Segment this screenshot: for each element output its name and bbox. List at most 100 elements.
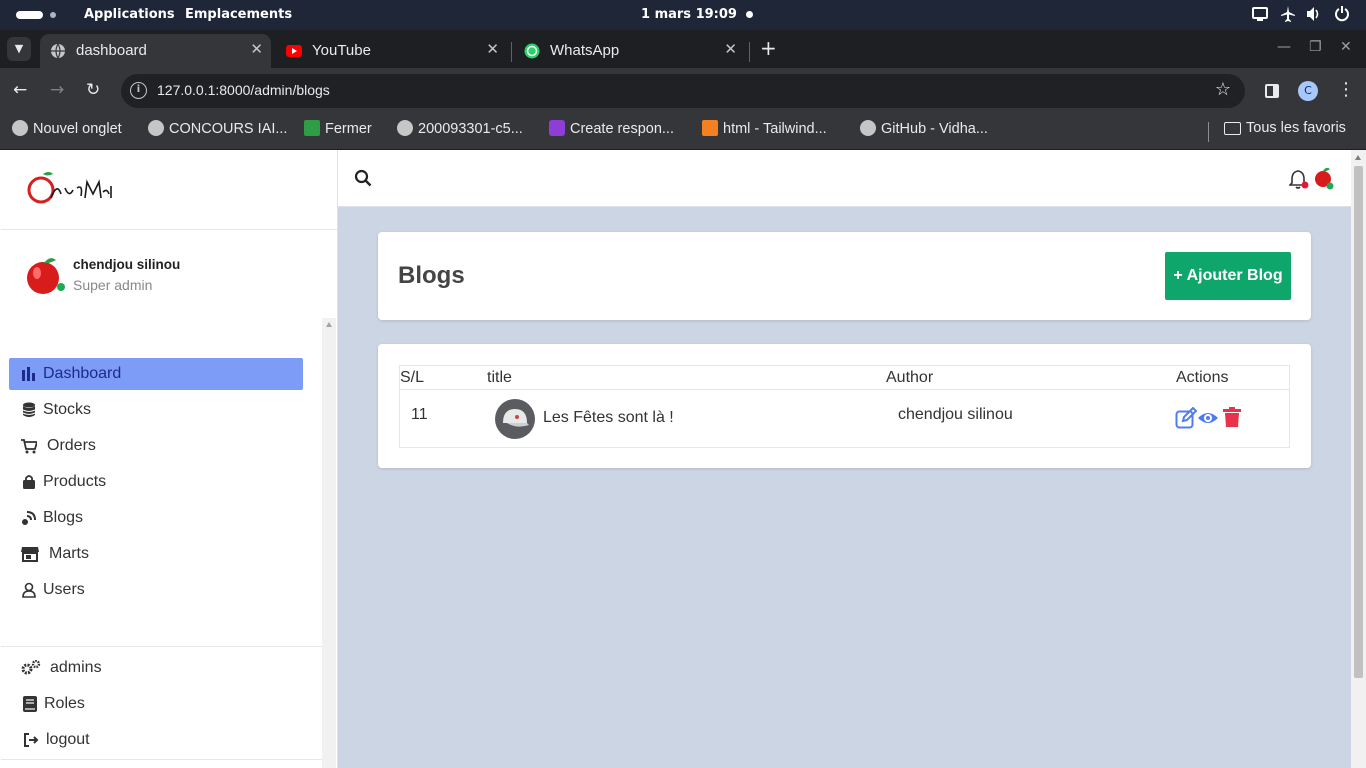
system-top-bar: Applications Emplacements 1 mars 19:09 bbox=[0, 0, 1366, 30]
notification-dot bbox=[746, 11, 753, 18]
power-icon[interactable] bbox=[1334, 5, 1350, 23]
cap-image-icon bbox=[503, 409, 529, 427]
scrollbar-thumb[interactable] bbox=[1354, 166, 1363, 678]
delete-trash-icon[interactable] bbox=[1221, 406, 1243, 428]
apple-avatar-icon[interactable] bbox=[24, 254, 66, 296]
close-tab-icon[interactable]: ✕ bbox=[486, 40, 499, 58]
sidebar-scrollbar[interactable] bbox=[322, 318, 336, 768]
bookmark-item[interactable]: 200093301-c5... bbox=[397, 120, 523, 137]
page-scrollbar[interactable] bbox=[1351, 150, 1366, 768]
tab-label: dashboard bbox=[76, 42, 147, 59]
sidebar-item-dashboard[interactable]: Dashboard bbox=[9, 358, 303, 390]
clock[interactable]: 1 mars 19:09 bbox=[641, 7, 737, 22]
page-header-card: Blogs + Ajouter Blog bbox=[378, 232, 1311, 320]
airplane-icon[interactable] bbox=[1280, 5, 1296, 23]
volume-icon[interactable] bbox=[1306, 5, 1322, 23]
sidebar-item-marts[interactable]: Marts bbox=[9, 538, 303, 570]
site-info-icon[interactable]: i bbox=[130, 82, 147, 99]
sidebar-item-stocks[interactable]: Stocks bbox=[9, 394, 303, 426]
side-panel-icon[interactable] bbox=[1265, 84, 1279, 98]
tab-youtube[interactable]: YouTube ✕ bbox=[276, 34, 507, 68]
tab-separator bbox=[749, 42, 750, 62]
bookmark-item[interactable]: CONCOURS IAI... bbox=[148, 120, 287, 137]
reload-icon[interactable]: ↻ bbox=[86, 80, 100, 100]
profile-avatar[interactable]: C bbox=[1298, 81, 1318, 101]
tab-search-chevron-icon[interactable]: ▼ bbox=[7, 37, 31, 61]
folder-icon bbox=[1224, 122, 1241, 135]
map-icon bbox=[304, 120, 320, 136]
search-icon[interactable] bbox=[354, 169, 372, 187]
scroll-up-icon[interactable] bbox=[326, 322, 332, 327]
tab-separator bbox=[511, 42, 512, 62]
bookmark-item[interactable]: Fermer bbox=[304, 120, 372, 137]
bookmark-label: Create respon... bbox=[570, 121, 674, 137]
page-title: Blogs bbox=[398, 262, 465, 289]
header-title: title bbox=[487, 369, 512, 386]
logout-icon bbox=[24, 733, 39, 747]
browser-toolbar: ← → ↻ i 127.0.0.1:8000/admin/blogs ☆ C ⋮ bbox=[0, 68, 1366, 114]
close-window-icon[interactable]: ✕ bbox=[1340, 39, 1352, 55]
tab-whatsapp[interactable]: WhatsApp ✕ bbox=[514, 34, 745, 68]
sidebar-item-blogs[interactable]: Blogs bbox=[9, 502, 303, 534]
notification-bell-icon[interactable] bbox=[1289, 169, 1309, 191]
gears-icon bbox=[21, 660, 41, 675]
cell-title: Les Fêtes sont là ! bbox=[543, 409, 674, 426]
maximize-icon[interactable]: ❐ bbox=[1309, 39, 1322, 55]
sidebar-item-products[interactable]: Products bbox=[9, 466, 303, 498]
user-name: chendjou silinou bbox=[73, 257, 181, 272]
apple-avatar-icon[interactable] bbox=[1313, 166, 1337, 192]
stackoverflow-icon bbox=[702, 120, 718, 136]
bookmark-item[interactable]: GitHub - Vidha... bbox=[860, 120, 988, 137]
sidebar: chendjou silinou Super admin Dashboard S… bbox=[0, 150, 338, 768]
sidebar-item-label: Marts bbox=[49, 545, 89, 562]
address-bar[interactable]: i 127.0.0.1:8000/admin/blogs ☆ bbox=[121, 74, 1245, 108]
blogs-table-card: S/L title Author Actions 11 Les Fêtes so… bbox=[378, 344, 1311, 468]
bookmark-label: Fermer bbox=[325, 121, 372, 137]
table-header: S/L title Author Actions bbox=[400, 366, 1289, 390]
url-text[interactable]: 127.0.0.1:8000/admin/blogs bbox=[157, 82, 330, 98]
header-sl: S/L bbox=[400, 369, 425, 386]
bookmark-label: 200093301-c5... bbox=[418, 121, 523, 137]
bookmark-label: html - Tailwind... bbox=[723, 121, 827, 137]
screen-icon[interactable] bbox=[1252, 5, 1268, 23]
sidebar-item-label: Blogs bbox=[43, 509, 84, 526]
evea-mart-logo[interactable] bbox=[25, 168, 115, 210]
new-tab-plus-icon[interactable]: + bbox=[760, 36, 777, 60]
bookmark-star-icon[interactable]: ☆ bbox=[1215, 79, 1231, 100]
workspace-dot[interactable] bbox=[50, 12, 56, 18]
back-arrow-icon[interactable]: ← bbox=[13, 80, 27, 100]
header-author: Author bbox=[886, 369, 934, 386]
activities-indicator[interactable] bbox=[16, 11, 43, 19]
forward-arrow-icon[interactable]: → bbox=[50, 80, 64, 100]
blog-thumbnail bbox=[495, 399, 535, 439]
places-menu[interactable]: Emplacements bbox=[185, 7, 292, 22]
view-eye-icon[interactable] bbox=[1197, 407, 1219, 429]
bookmark-item[interactable]: html - Tailwind... bbox=[702, 120, 827, 137]
database-icon bbox=[22, 402, 36, 417]
menu-kebab-icon[interactable]: ⋮ bbox=[1337, 79, 1355, 100]
minimize-icon[interactable]: — bbox=[1277, 39, 1291, 55]
sidebar-item-label: Roles bbox=[44, 695, 85, 712]
sidebar-item-label: logout bbox=[46, 731, 90, 748]
add-blog-button[interactable]: + Ajouter Blog bbox=[1165, 252, 1291, 300]
rocket-icon bbox=[549, 120, 565, 136]
applications-menu[interactable]: Applications bbox=[84, 7, 175, 22]
close-tab-icon[interactable]: ✕ bbox=[724, 40, 737, 58]
bookmark-item[interactable]: Nouvel onglet bbox=[12, 120, 122, 137]
sidebar-bottom-menu: admins Roles logout bbox=[1, 646, 322, 760]
close-tab-icon[interactable]: ✕ bbox=[250, 40, 263, 58]
sidebar-item-users[interactable]: Users bbox=[9, 574, 303, 606]
globe-icon bbox=[12, 120, 28, 136]
tab-dashboard[interactable]: dashboard ✕ bbox=[40, 34, 271, 68]
edit-icon[interactable] bbox=[1175, 407, 1197, 429]
scroll-up-icon[interactable] bbox=[1355, 155, 1361, 160]
bookmark-item[interactable]: Create respon... bbox=[549, 120, 674, 137]
all-bookmarks-folder[interactable]: Tous les favoris bbox=[1224, 120, 1346, 136]
user-role: Super admin bbox=[73, 277, 153, 293]
sidebar-item-label: Stocks bbox=[43, 401, 92, 418]
sidebar-item-label: Dashboard bbox=[43, 365, 122, 382]
globe-icon bbox=[51, 43, 65, 59]
sidebar-item-orders[interactable]: Orders bbox=[9, 430, 303, 462]
sidebar-item-label: admins bbox=[50, 659, 102, 676]
youtube-icon bbox=[286, 45, 302, 57]
